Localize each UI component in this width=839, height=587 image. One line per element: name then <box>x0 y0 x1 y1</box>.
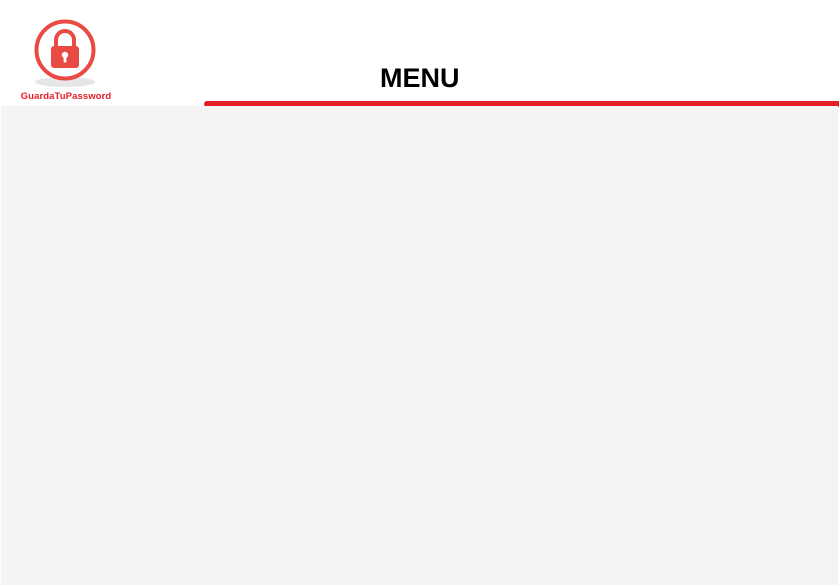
app-logo[interactable]: GuardaTuPassword <box>10 14 122 106</box>
page-title: MENU <box>380 63 460 93</box>
padlock-icon <box>34 19 96 87</box>
main-content-area <box>1 106 838 585</box>
app-logo-text: GuardaTuPassword <box>20 91 112 102</box>
header: GuardaTuPassword MENU <box>0 0 839 107</box>
